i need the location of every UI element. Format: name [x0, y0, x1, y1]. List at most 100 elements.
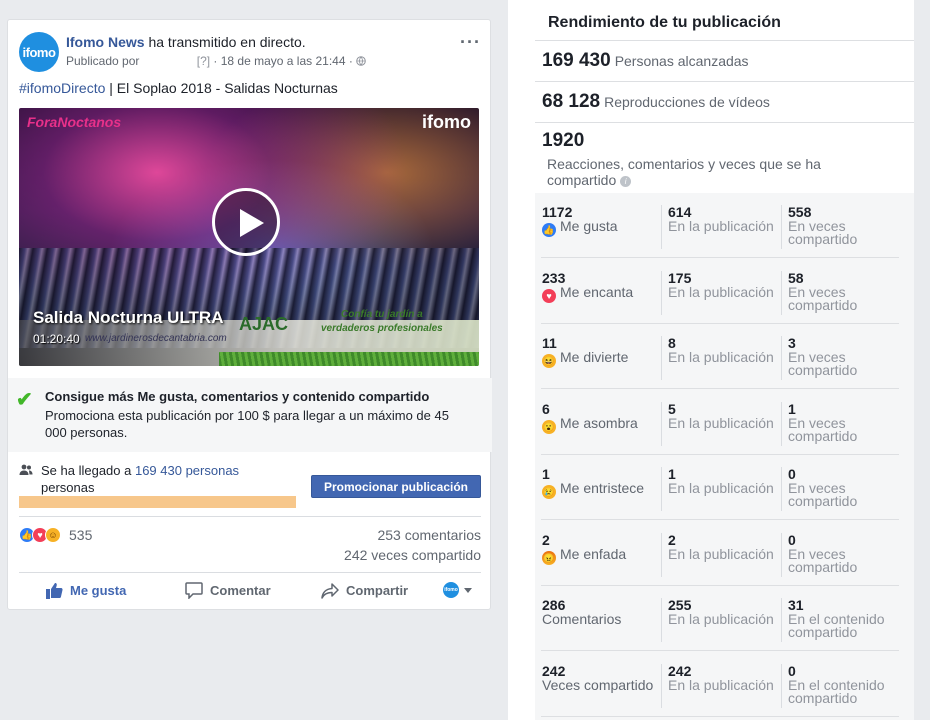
page-avatar[interactable]: ifomo	[19, 32, 59, 72]
breakdown-shared-label: En veces compartido	[788, 283, 858, 313]
breakdown-total-cell: 2 😠 Me enfada	[542, 532, 660, 565]
breakdown-on-post-label: En la publicación	[668, 611, 774, 627]
breakdown-shared-cell: 0 En el contenido compartido	[788, 663, 898, 706]
column-separator	[781, 270, 782, 315]
breakdown-label-wrap: 😢 Me entristece	[542, 481, 660, 499]
people-reached-stat: 169 430 Personas alcanzadas	[542, 50, 749, 72]
breakdown-on-post-cell: 1 En la publicación	[668, 467, 780, 496]
column-separator	[781, 336, 782, 380]
divider	[19, 572, 481, 573]
promote-post-button[interactable]: Promocionar publicación	[311, 475, 481, 498]
reactions-count[interactable]: 535	[69, 527, 92, 543]
post-timestamp[interactable]: · 18 de mayo a las 21:44 ·	[213, 54, 352, 68]
promo-suggestion: ✔ Consigue más Me gusta, comentarios y c…	[8, 378, 492, 452]
hashtag-link[interactable]: #ifomoDirecto	[19, 80, 105, 96]
breakdown-on-post-label: En la publicación	[668, 218, 774, 234]
breakdown-label-wrap: 👍 Me gusta	[542, 219, 660, 237]
column-separator	[661, 401, 662, 446]
breakdown-on-post-label: En la publicación	[668, 480, 774, 496]
breakdown-on-post-cell: 5 En la publicación	[668, 401, 780, 431]
reactions-summary: 👍 ♥ ☺ 535 253 comentarios 242 veces comp…	[19, 525, 481, 565]
breakdown-on-post-cell: 614 En la publicación	[668, 205, 780, 234]
like-button-label: Me gusta	[70, 583, 127, 598]
shares-count[interactable]: 242 veces compartido	[344, 547, 481, 563]
breakdown-shared-label: En veces compartido	[788, 414, 858, 444]
video-sponsor-logo: AJAC	[239, 314, 289, 334]
haha-reaction-icon: 😆	[542, 354, 556, 368]
breakdown-total-cell: 11 😆 Me divierte	[542, 336, 660, 368]
breakdown-total-cell: 6 😮 Me asombra	[542, 401, 660, 434]
comment-button[interactable]: Comentar	[185, 582, 271, 599]
reaction-icons[interactable]: 👍 ♥ ☺	[19, 527, 61, 543]
post-actions: Me gusta Comentar Compartir ifomo	[19, 580, 481, 606]
angry-reaction-icon: 😠	[542, 550, 556, 565]
globe-icon	[356, 56, 366, 66]
breakdown-label-wrap: 😆 Me divierte	[542, 350, 660, 368]
breakdown-label-wrap: ♥ Me encanta	[542, 283, 660, 303]
column-separator	[661, 336, 662, 380]
more-options-icon[interactable]: ···	[460, 32, 481, 53]
video-views-label: Reproducciones de vídeos	[604, 94, 770, 110]
breakdown-on-post-label: En la publicación	[668, 414, 774, 431]
people-icon	[19, 464, 33, 475]
breakdown-on-post-cell: 255 En la publicación	[668, 598, 780, 627]
column-separator	[661, 205, 662, 249]
video-views-number: 68 128	[542, 91, 601, 112]
column-separator	[661, 270, 662, 315]
help-marker[interactable]: [?]	[197, 54, 210, 68]
video-sponsor-slogan: Confía tu jardín a verdaderos profesiona…	[321, 309, 443, 334]
breakdown-label: Me asombra	[560, 414, 638, 431]
like-reaction-icon: 👍	[542, 223, 556, 237]
column-separator	[661, 532, 662, 577]
reach-progress-fill	[19, 496, 296, 508]
post-header: ifomo Ifomo News ha transmitido en direc…	[19, 32, 483, 72]
info-icon[interactable]: i	[620, 175, 632, 187]
video-player[interactable]: ForaNoctanos ifomo Salida Nocturna ULTRA…	[19, 108, 479, 366]
row-divider	[541, 715, 899, 717]
breakdown-label-wrap: 😠 Me enfada	[542, 547, 660, 565]
engagement-label: Reacciones, comentarios y veces que se h…	[547, 156, 821, 188]
play-icon[interactable]	[212, 188, 280, 256]
post-author-line: Ifomo News ha transmitido en directo.	[66, 34, 306, 50]
video-brand-right: ifomo	[422, 112, 471, 132]
breakdown-shared-cell: 3 En veces compartido	[788, 336, 898, 378]
column-separator	[661, 467, 662, 511]
breakdown-on-post-cell: 175 En la publicación	[668, 270, 780, 299]
reach-section: Se ha llegado a 169 430 personas personas…	[19, 462, 483, 512]
breakdown-on-post-label: En la publicación	[668, 545, 774, 562]
share-arrow-icon	[321, 582, 339, 599]
breakdown-label-wrap: Veces compartido	[542, 676, 660, 693]
breakdown-label-wrap: 😮 Me asombra	[542, 414, 660, 434]
page-name-link[interactable]: Ifomo News	[66, 34, 145, 50]
column-separator	[661, 663, 662, 708]
comments-count[interactable]: 253 comentarios	[377, 527, 481, 543]
post-as-page-selector[interactable]: ifomo	[443, 582, 472, 598]
reach-text: Se ha llegado a 169 430 personas personas	[41, 462, 281, 496]
breakdown-label: Me encanta	[560, 283, 634, 300]
breakdown-shared-cell: 0 En veces compartido	[788, 467, 898, 509]
checkmark-icon: ✔	[16, 389, 33, 411]
comment-icon	[185, 582, 203, 599]
breakdown-total-cell: 233 ♥ Me encanta	[542, 270, 660, 303]
chevron-down-icon	[464, 587, 472, 593]
breakdown-shared-label: En el contenido compartido	[788, 611, 885, 640]
like-button[interactable]: Me gusta	[45, 582, 126, 599]
reach-suffix: personas	[41, 480, 95, 495]
breakdown-row: 286 Comentarios 255 En la publicación 31…	[535, 586, 914, 651]
share-button[interactable]: Compartir	[321, 582, 408, 599]
post-action-text: ha transmitido en directo.	[144, 34, 306, 50]
breakdown-shared-label: En veces compartido	[788, 349, 858, 378]
breakdown-row: 1172 👍 Me gusta 614 En la publicación 558…	[535, 193, 914, 258]
love-reaction-icon: ♥	[542, 288, 556, 303]
reach-number-link[interactable]: 169 430 personas	[135, 463, 239, 478]
divider	[19, 516, 481, 517]
divider	[535, 40, 914, 41]
people-reached-label: Personas alcanzadas	[614, 53, 749, 69]
breakdown-shared-cell: 58 En veces compartido	[788, 270, 898, 313]
wow-reaction-icon: 😮	[542, 419, 556, 434]
breakdown-shared-label: En el contenido compartido	[788, 676, 885, 706]
engagement-stat: 1920 Reacciones, comentarios y veces que…	[542, 130, 862, 188]
video-duration: 01:20:40	[33, 332, 80, 346]
breakdown-label: Veces compartido	[542, 676, 654, 693]
breakdown-on-post-cell: 242 En la publicación	[668, 663, 780, 692]
